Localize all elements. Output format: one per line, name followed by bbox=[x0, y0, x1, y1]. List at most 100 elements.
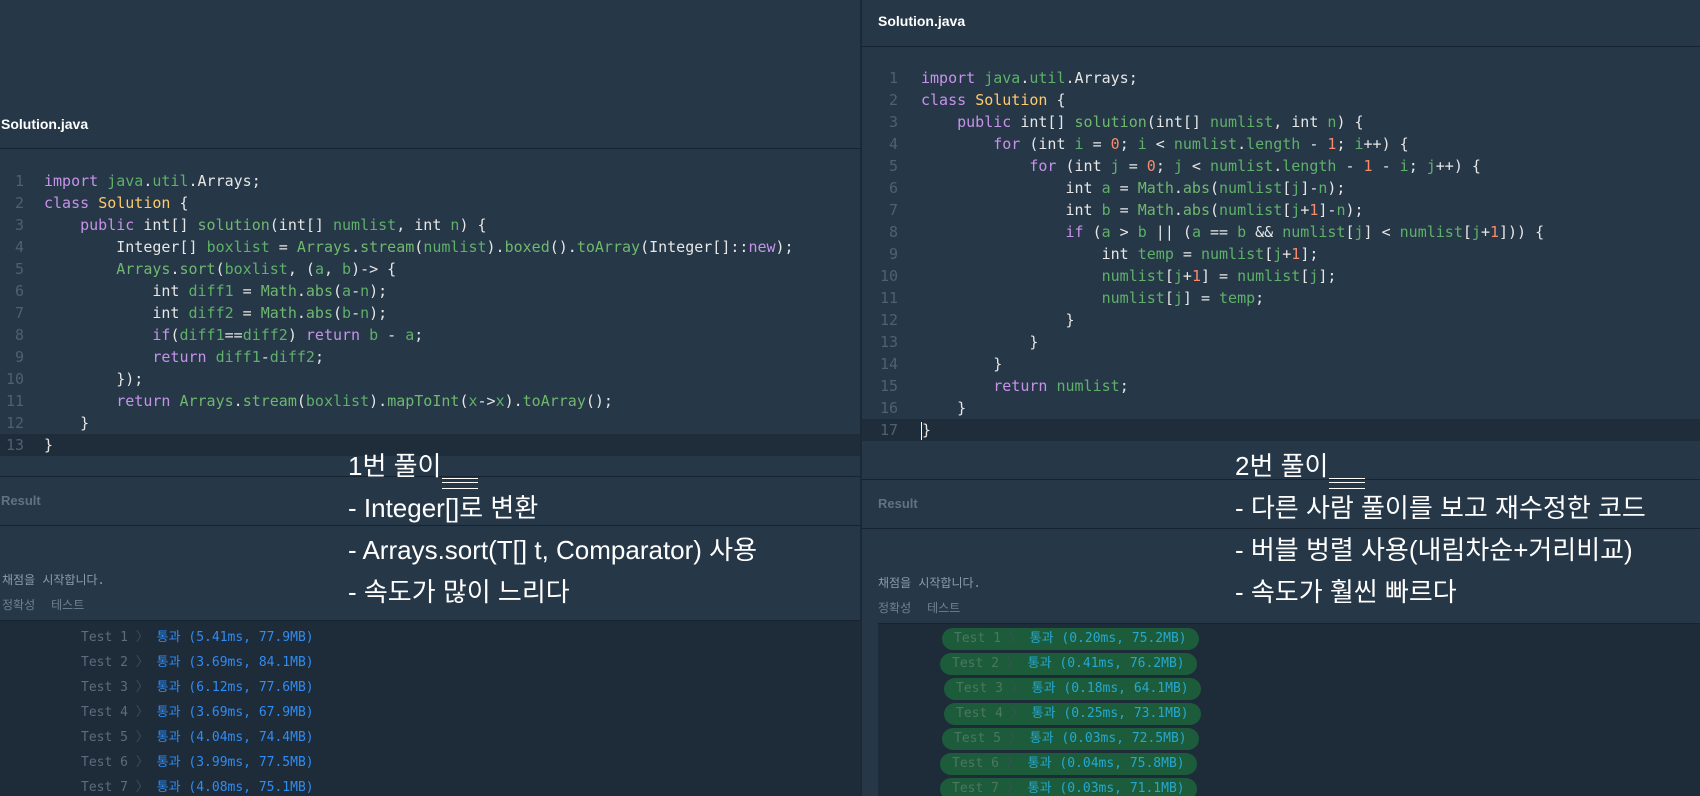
line-number: 7 bbox=[14, 304, 24, 322]
line-number: 2 bbox=[888, 91, 898, 109]
grading-message: 채점을 시작합니다. bbox=[2, 573, 105, 587]
test-result-row: Test 5 〉 통과 (4.04ms, 74.4MB) bbox=[81, 730, 314, 745]
code-line: 7 int diff2 = Math.abs(b-n); bbox=[0, 302, 860, 324]
line-number: 9 bbox=[888, 245, 898, 263]
code-line: 6 int diff1 = Math.abs(a-n); bbox=[0, 280, 860, 302]
line-number: 2 bbox=[14, 194, 24, 212]
code-line: 16 } bbox=[862, 397, 1700, 419]
line-number: 10 bbox=[5, 370, 24, 388]
code-line: 5 Arrays.sort(boxlist, (a, b)-> { bbox=[0, 258, 860, 280]
code-line: 9 return diff1-diff2; bbox=[0, 346, 860, 368]
test-result-row: Test 1 〉 통과 (0.20ms, 75.2MB) bbox=[942, 628, 1199, 650]
code-line: 2 class Solution { bbox=[862, 89, 1700, 111]
code-line: 12 } bbox=[0, 412, 860, 434]
annotation-line: - 속도가 많이 느리다 bbox=[348, 577, 570, 607]
code-line: 10 }); bbox=[0, 368, 860, 390]
code-line: 3 public int[] solution(int[] numlist, i… bbox=[0, 214, 860, 236]
text-cursor bbox=[921, 421, 922, 440]
line-number: 6 bbox=[14, 282, 24, 300]
tab-test[interactable]: 테스트 bbox=[927, 601, 960, 615]
underline-mark bbox=[442, 478, 478, 489]
code-line: 7 int b = Math.abs(numlist[j+1]-n); bbox=[862, 199, 1700, 221]
line-number: 12 bbox=[5, 414, 24, 432]
tab-divider bbox=[0, 148, 860, 149]
code-line: 11 return Arrays.stream(boxlist).mapToIn… bbox=[0, 390, 860, 412]
test-result-row: Test 4 〉 통과 (3.69ms, 67.9MB) bbox=[81, 705, 314, 720]
code-line: 9 int temp = numlist[j+1]; bbox=[862, 243, 1700, 265]
line-number: 13 bbox=[879, 333, 898, 351]
line-number: 6 bbox=[888, 179, 898, 197]
annotation-title: 1번 풀이 bbox=[348, 451, 442, 481]
code-line: 4 for (int i = 0; i < numlist.length - 1… bbox=[862, 133, 1700, 155]
code-line: 15 return numlist; bbox=[862, 375, 1700, 397]
test-result-row: Test 6 〉 통과 (3.99ms, 77.5MB) bbox=[81, 755, 314, 770]
line-number: 3 bbox=[888, 113, 898, 131]
tab-test[interactable]: 테스트 bbox=[51, 598, 84, 612]
line-number: 11 bbox=[879, 289, 898, 307]
result-sub-tabs: 정확성 테스트 bbox=[878, 599, 976, 616]
test-result-row: Test 3 〉 통과 (6.12ms, 77.6MB) bbox=[81, 680, 314, 695]
annotation-title: 2번 풀이 bbox=[1235, 451, 1329, 481]
annotation-note: 1번 풀이 - Integer[]로 변환 - Arrays.sort(T[] … bbox=[348, 448, 848, 616]
test-result-row: Test 5 〉 통과 (0.03ms, 72.5MB) bbox=[942, 728, 1199, 750]
test-result-row: Test 3 〉 통과 (0.18ms, 64.1MB) bbox=[944, 678, 1201, 700]
test-result-row: Test 2 〉 통과 (3.69ms, 84.1MB) bbox=[81, 655, 314, 670]
annotation-line: - 다른 사람 풀이를 보고 재수정한 코드 bbox=[1235, 493, 1646, 523]
line-number: 16 bbox=[879, 399, 898, 417]
result-sub-tabs: 정확성 테스트 bbox=[2, 596, 100, 613]
code-line: 3 public int[] solution(int[] numlist, i… bbox=[862, 111, 1700, 133]
annotation-line: - 속도가 훨씬 빠르다 bbox=[1235, 577, 1457, 607]
code-line: 6 int a = Math.abs(numlist[j]-n); bbox=[862, 177, 1700, 199]
result-label: Result bbox=[878, 496, 918, 511]
file-tab-solution-java[interactable]: Solution.java bbox=[1, 116, 88, 132]
code-line: 1 import java.util.Arrays; bbox=[862, 67, 1700, 89]
annotation-line: - Arrays.sort(T[] t, Comparator) 사용 bbox=[348, 535, 758, 565]
code-line: 1 import java.util.Arrays; bbox=[0, 170, 860, 192]
test-result-row: Test 6 〉 통과 (0.04ms, 75.8MB) bbox=[940, 753, 1197, 775]
test-results-list: Test 1 〉 통과 (0.20ms, 75.2MB) Test 2 〉 통과… bbox=[878, 623, 1700, 796]
line-number: 5 bbox=[888, 157, 898, 175]
line-number: 14 bbox=[879, 355, 898, 373]
line-number: 12 bbox=[879, 311, 898, 329]
line-number: 15 bbox=[879, 377, 898, 395]
code-line: 12 } bbox=[862, 309, 1700, 331]
line-number: 4 bbox=[14, 238, 24, 256]
code-line: 8 if (a > b || (a == b && numlist[j] < n… bbox=[862, 221, 1700, 243]
left-solution-panel: Solution.java 1 import java.util.Arrays; … bbox=[0, 0, 860, 796]
line-number: 10 bbox=[879, 267, 898, 285]
code-line: 14 } bbox=[862, 353, 1700, 375]
line-number: 8 bbox=[14, 326, 24, 344]
annotation-line: - Integer[]로 변환 bbox=[348, 493, 539, 523]
code-line: 10 numlist[j+1] = numlist[j]; bbox=[862, 265, 1700, 287]
code-line-current: 17} bbox=[862, 419, 1700, 441]
right-solution-panel: Solution.java 1 import java.util.Arrays; … bbox=[862, 0, 1700, 796]
tab-divider bbox=[862, 46, 1700, 47]
line-number: 1 bbox=[888, 69, 898, 87]
test-result-row: Test 4 〉 통과 (0.25ms, 73.1MB) bbox=[944, 703, 1201, 725]
line-number: 3 bbox=[14, 216, 24, 234]
line-number: 11 bbox=[5, 392, 24, 410]
underline-mark bbox=[1329, 478, 1365, 489]
test-result-row: Test 7 〉 통과 (0.03ms, 71.1MB) bbox=[940, 778, 1197, 796]
code-line: 11 numlist[j] = temp; bbox=[862, 287, 1700, 309]
line-number: 9 bbox=[14, 348, 24, 366]
line-number: 7 bbox=[888, 201, 898, 219]
line-number: 5 bbox=[14, 260, 24, 278]
annotation-note: 2번 풀이 - 다른 사람 풀이를 보고 재수정한 코드 - 버블 벙렬 사용(… bbox=[1235, 448, 1695, 616]
file-tab-solution-java[interactable]: Solution.java bbox=[878, 13, 965, 29]
line-number: 4 bbox=[888, 135, 898, 153]
code-line: 4 Integer[] boxlist = Arrays.stream(numl… bbox=[0, 236, 860, 258]
grading-message: 채점을 시작합니다. bbox=[878, 576, 981, 590]
line-number: 13 bbox=[5, 436, 24, 454]
tab-accuracy[interactable]: 정확성 bbox=[2, 598, 35, 612]
line-number: 17 bbox=[879, 421, 898, 439]
code-line: 5 for (int j = 0; j < numlist.length - 1… bbox=[862, 155, 1700, 177]
tab-accuracy[interactable]: 정확성 bbox=[878, 601, 911, 615]
code-line: 8 if(diff1==diff2) return b - a; bbox=[0, 324, 860, 346]
code-line: 13 } bbox=[862, 331, 1700, 353]
annotation-line: - 버블 벙렬 사용(내림차순+거리비교) bbox=[1235, 535, 1633, 565]
test-result-row: Test 1 〉 통과 (5.41ms, 77.9MB) bbox=[81, 630, 314, 645]
line-number: 8 bbox=[888, 223, 898, 241]
result-label: Result bbox=[1, 493, 41, 508]
test-result-row: Test 2 〉 통과 (0.41ms, 76.2MB) bbox=[940, 653, 1197, 675]
